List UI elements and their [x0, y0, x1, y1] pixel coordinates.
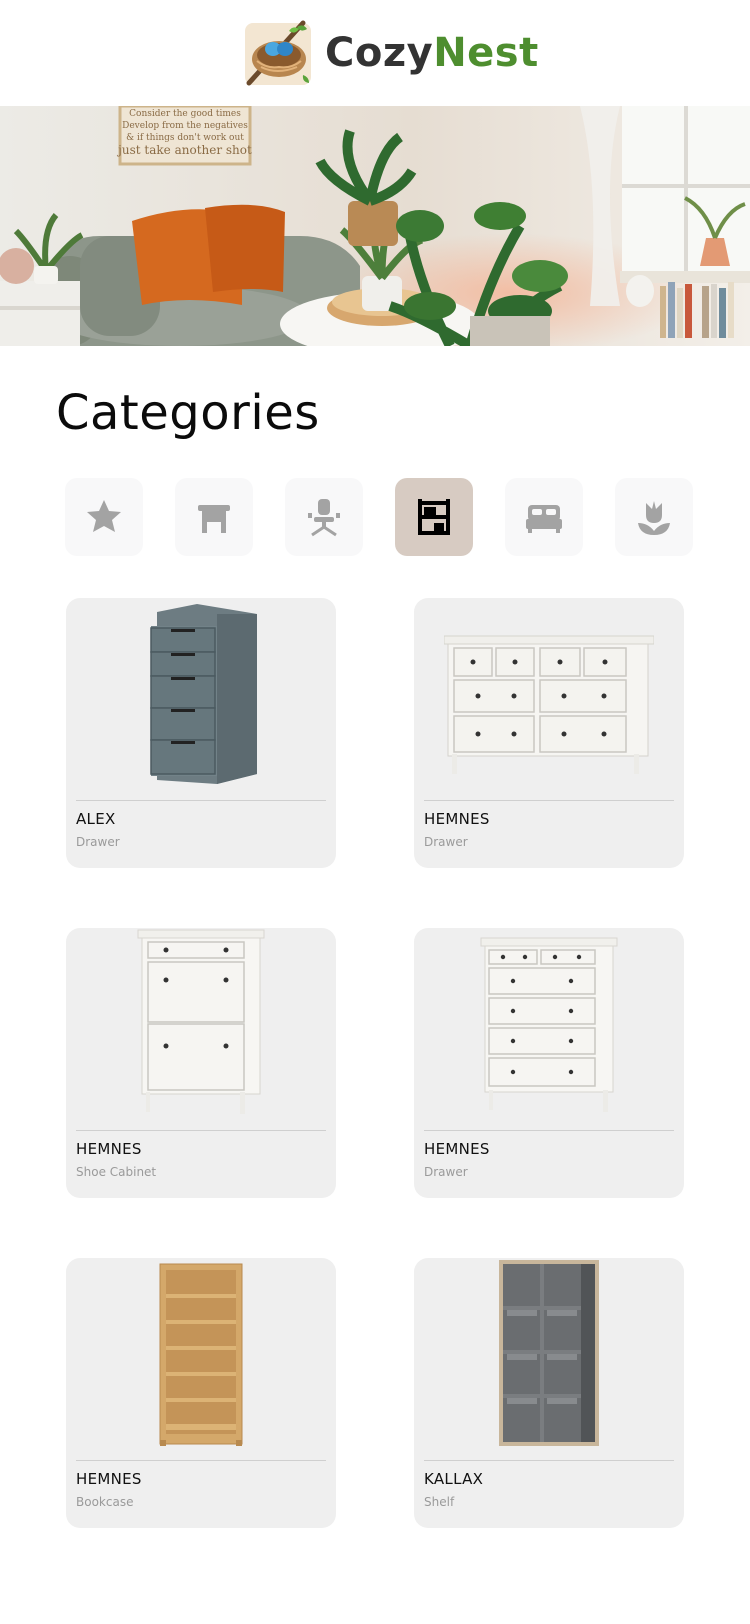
- category-bar: [65, 478, 695, 556]
- product-image: [66, 1258, 336, 1458]
- brand-name: CozyNest: [325, 30, 539, 76]
- category-storage-button[interactable]: [395, 478, 473, 556]
- bed-icon: [526, 505, 562, 533]
- alex-drawer-image: [150, 604, 257, 784]
- product-image: [66, 598, 336, 798]
- product-card[interactable]: HEMNES Drawer: [414, 598, 684, 868]
- categories-title: Categories: [56, 385, 320, 441]
- office-chair-icon: [308, 499, 340, 537]
- product-name: HEMNES: [424, 1140, 490, 1158]
- product-type: Bookcase: [76, 1495, 134, 1509]
- product-name: HEMNES: [76, 1140, 142, 1158]
- divider: [424, 1460, 674, 1461]
- product-card[interactable]: KALLAX Shelf: [414, 1258, 684, 1528]
- app-header: CozyNest: [0, 0, 750, 106]
- tulip-icon: [638, 501, 670, 535]
- hemnes-shoe-cabinet-image: [137, 929, 265, 1114]
- divider: [76, 800, 326, 801]
- bird-nest-icon: [245, 20, 311, 86]
- star-icon: [87, 500, 121, 532]
- hemnes-bookcase-image: [159, 1263, 243, 1446]
- product-card[interactable]: HEMNES Bookcase: [66, 1258, 336, 1528]
- category-chairs-button[interactable]: [285, 478, 363, 556]
- category-plants-button[interactable]: [615, 478, 693, 556]
- product-type: Shelf: [424, 1495, 455, 1509]
- divider: [424, 1130, 674, 1131]
- product-type: Shoe Cabinet: [76, 1165, 157, 1179]
- category-featured-button[interactable]: [65, 478, 143, 556]
- product-name: ALEX: [76, 810, 116, 828]
- category-tables-button[interactable]: [175, 478, 253, 556]
- storage-shelf-icon: [418, 499, 450, 535]
- divider: [76, 1460, 326, 1461]
- product-card[interactable]: HEMNES Drawer: [414, 928, 684, 1198]
- product-card[interactable]: ALEX Drawer: [66, 598, 336, 868]
- product-name: KALLAX: [424, 1470, 484, 1488]
- divider: [424, 800, 674, 801]
- product-type: Drawer: [424, 835, 468, 849]
- sign-text-line1: Consider the good times: [129, 109, 241, 119]
- hemnes-6-drawer-image: [480, 937, 618, 1112]
- divider: [76, 1130, 326, 1131]
- hemnes-8-drawer-image: [444, 635, 654, 774]
- product-image: [66, 928, 336, 1128]
- product-card[interactable]: HEMNES Shoe Cabinet: [66, 928, 336, 1198]
- hero-banner: Consider the good times Develop from the…: [0, 106, 750, 346]
- product-image: [414, 928, 684, 1128]
- product-name: HEMNES: [76, 1470, 142, 1488]
- sign-text-line4: just take another shot: [116, 143, 252, 157]
- kallax-shelf-image: [499, 1260, 599, 1446]
- table-icon: [198, 505, 230, 533]
- sign-text-line2: Develop from the negatives: [122, 121, 248, 131]
- product-name: HEMNES: [424, 810, 490, 828]
- brand-logo[interactable]: CozyNest: [243, 17, 538, 89]
- brand-name-part2: Nest: [433, 30, 539, 76]
- product-image: [414, 1258, 684, 1458]
- product-image: [414, 598, 684, 798]
- living-room-photo: Consider the good times Develop from the…: [0, 106, 750, 346]
- product-type: Drawer: [76, 835, 120, 849]
- sign-text-line3: & if things don't work out: [126, 133, 244, 143]
- category-beds-button[interactable]: [505, 478, 583, 556]
- product-type: Drawer: [424, 1165, 468, 1179]
- brand-name-part1: Cozy: [325, 30, 434, 76]
